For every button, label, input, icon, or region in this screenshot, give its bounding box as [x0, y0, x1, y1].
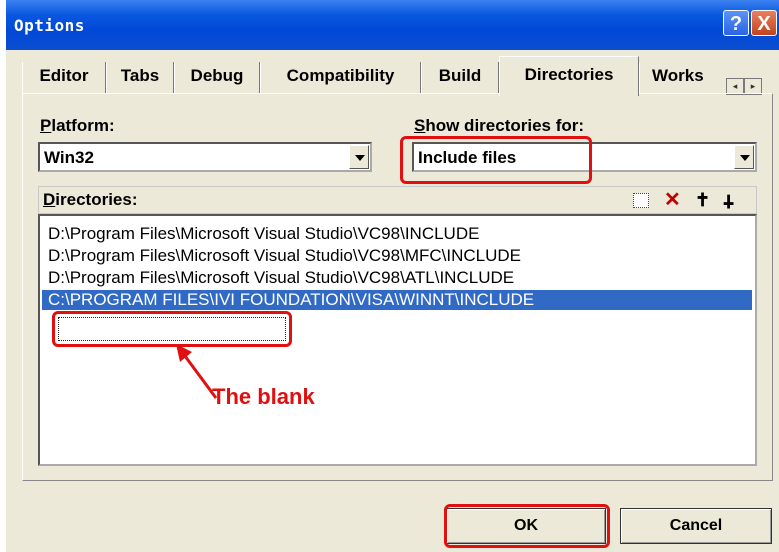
chevron-down-icon: [355, 155, 365, 161]
move-up-icon[interactable]: ✝: [695, 190, 710, 211]
close-button[interactable]: X: [751, 10, 777, 36]
new-folder-icon[interactable]: [633, 193, 649, 208]
arrow-head: [176, 344, 192, 362]
platform-select[interactable]: Win32: [38, 142, 372, 172]
show-directories-dropdown-button[interactable]: [734, 145, 754, 169]
help-icon: ?: [729, 13, 743, 35]
tab-debug[interactable]: Debug: [174, 62, 260, 94]
list-item[interactable]: D:\Program Files\Microsoft Visual Studio…: [48, 224, 479, 244]
list-item[interactable]: D:\Program Files\Microsoft Visual Studio…: [48, 246, 521, 266]
arrow-shaft: [180, 351, 218, 399]
title-bar[interactable]: Options ? X: [6, 0, 779, 50]
tab-tabs[interactable]: Tabs: [106, 62, 174, 94]
help-button[interactable]: ?: [723, 10, 749, 36]
tab-strip: Editor Tabs Debug Compatibility Build Di…: [6, 52, 779, 96]
delete-icon[interactable]: ✕: [664, 187, 681, 212]
platform-label: Platform:: [40, 116, 115, 135]
close-icon: X: [757, 13, 771, 35]
tab-editor[interactable]: Editor: [22, 62, 106, 94]
window-title: Options: [14, 16, 85, 35]
chevron-right-icon: ▸: [750, 81, 756, 91]
cancel-button[interactable]: Cancel: [620, 508, 772, 544]
highlight-box-ok: [444, 504, 610, 548]
tab-build[interactable]: Build: [421, 62, 499, 94]
tab-directories[interactable]: Directories: [499, 56, 639, 96]
chevron-down-icon: [740, 155, 750, 161]
list-item-selected[interactable]: C:\PROGRAM FILES\IVI FOUNDATION\VISA\WIN…: [42, 290, 752, 310]
show-directories-label: Show directories for:: [414, 116, 585, 135]
directories-label: Directories:: [43, 190, 138, 209]
annotation-text: The blank: [212, 384, 315, 409]
highlight-box-show-directories: [400, 136, 592, 184]
chevron-left-icon: ◂: [732, 81, 738, 91]
tab-compatibility[interactable]: Compatibility: [260, 62, 421, 94]
directories-header: Directories: ✕ ✝ ✝: [38, 186, 757, 214]
platform-dropdown-button[interactable]: [349, 145, 369, 169]
tab-workspace[interactable]: Works: [639, 62, 719, 94]
platform-value: Win32: [44, 148, 94, 167]
move-down-icon[interactable]: ✝: [721, 190, 736, 211]
options-dialog: Options ? X Editor Tabs Debug Compatibil…: [6, 0, 779, 552]
list-item[interactable]: D:\Program Files\Microsoft Visual Studio…: [48, 268, 514, 288]
